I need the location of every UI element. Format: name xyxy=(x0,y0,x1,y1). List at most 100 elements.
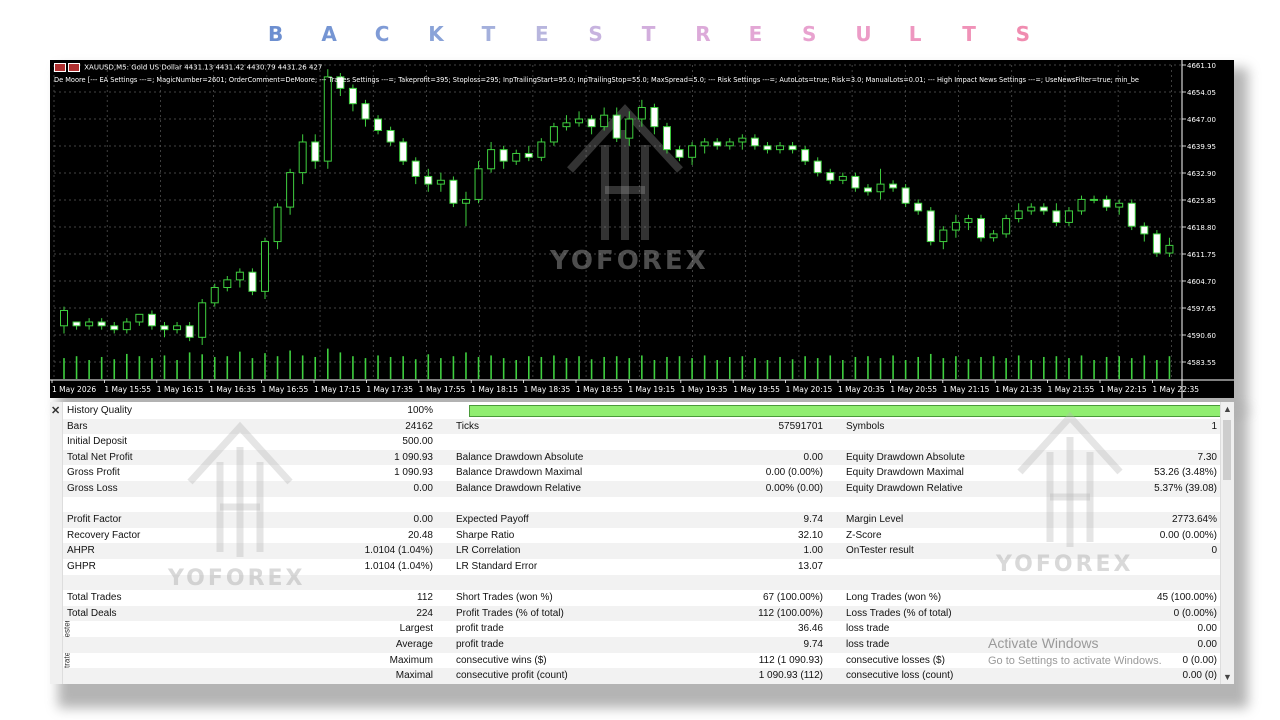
candle-bear xyxy=(826,172,835,181)
candle-bull xyxy=(487,149,496,170)
report-r: Margin Level xyxy=(846,514,904,526)
time-label: 1 May 16:35 xyxy=(209,385,256,394)
report-mv: 32.10 xyxy=(797,529,823,541)
candle-bear xyxy=(901,187,910,204)
report-rv: 0.00 xyxy=(1197,623,1217,635)
report-watermark-left: YOFOREX xyxy=(168,566,306,591)
candle-bull xyxy=(461,198,470,204)
report-scrollbar[interactable]: ▲ ▼ xyxy=(1220,402,1234,684)
price-label: 4625.85 xyxy=(1187,197,1216,205)
candle-bear xyxy=(650,107,659,128)
ea-parameters: De Moore [--- EA Settings ---=; MagicNum… xyxy=(54,76,1139,84)
candle-bull xyxy=(625,118,634,139)
report-lv: Maximum xyxy=(389,654,433,666)
candle-bear xyxy=(110,325,119,331)
candle-bear xyxy=(449,179,458,204)
report-row: Maximal consecutive profit (count) 1 090.9… xyxy=(63,668,1221,684)
price-chart[interactable]: 4661.10 4654.05 4647.00 4639.95 4632.90 4625.… xyxy=(50,60,1234,398)
scroll-up-icon[interactable]: ▲ xyxy=(1223,404,1232,414)
candle-bull xyxy=(1090,198,1099,201)
time-label: 1 May 22:15 xyxy=(1100,385,1147,394)
report-r: Loss Trades (% of total) xyxy=(846,607,952,619)
candle-bull xyxy=(964,218,973,223)
report-m: Expected Payoff xyxy=(456,514,529,526)
report-m: LR Correlation xyxy=(456,545,521,557)
report-mv: 9.74 xyxy=(803,514,823,526)
candle-bull xyxy=(436,179,445,185)
candle-bear xyxy=(1052,210,1061,223)
candle-bull xyxy=(688,145,697,158)
candle-bear xyxy=(801,149,810,162)
candle-bull xyxy=(298,141,307,174)
report-r: Z-Score xyxy=(846,529,882,541)
title-letter: T xyxy=(962,22,976,46)
tester-report: ✕ Strategy Tester History Quality100%Bar… xyxy=(50,402,1234,684)
report-r: Equity Drawdown Absolute xyxy=(846,451,965,463)
price-label: 4618.80 xyxy=(1187,224,1216,232)
report-r: consecutive loss (count) xyxy=(846,670,954,682)
time-label: 1 May 17:15 xyxy=(314,385,361,394)
candle-bear xyxy=(977,218,986,239)
candlestick-chart: 4661.10 4654.05 4647.00 4639.95 4632.90 4625.… xyxy=(50,60,1234,398)
candle-bear xyxy=(348,87,357,105)
time-label: 1 May 19:55 xyxy=(733,385,780,394)
time-label: 1 May 16:15 xyxy=(157,385,204,394)
report-l: Total Trades xyxy=(67,592,122,604)
time-label: 1 May 20:15 xyxy=(786,385,833,394)
time-label: 1 May 15:55 xyxy=(104,385,151,394)
candle-bear xyxy=(851,175,860,189)
candle-bear xyxy=(662,126,671,151)
time-label: 1 May 21:55 xyxy=(1048,385,1095,394)
time-label: 1 May 21:15 xyxy=(943,385,990,394)
candle-bear xyxy=(713,141,722,147)
report-lv: Largest xyxy=(399,623,433,635)
time-label: 1 May 19:15 xyxy=(628,385,675,394)
candle-bull xyxy=(323,76,332,162)
price-label: 4661.10 xyxy=(1187,62,1216,70)
title-letter: S xyxy=(802,22,817,46)
report-mv: 67 (100.00%) xyxy=(762,592,823,604)
candle-bull xyxy=(122,321,131,331)
candle-bull xyxy=(235,271,244,281)
report-l: Profit Factor xyxy=(67,514,122,526)
time-label: 1 May 20:55 xyxy=(890,385,937,394)
candle-bear xyxy=(889,183,898,189)
report-m: profit trade xyxy=(456,639,504,650)
title-letter: U xyxy=(855,22,872,46)
candle-bull xyxy=(198,302,207,338)
report-r: OnTester result xyxy=(846,545,914,557)
candle-bear xyxy=(524,152,533,158)
report-r: loss trade xyxy=(846,639,890,650)
title-letter: L xyxy=(908,22,922,46)
candle-bull xyxy=(776,145,785,151)
candle-bear xyxy=(97,321,106,327)
scroll-thumb[interactable] xyxy=(1223,420,1231,480)
report-r: Symbols xyxy=(846,420,885,432)
candle-bull xyxy=(60,309,68,327)
candle-bear xyxy=(424,175,433,185)
title-letter: K xyxy=(428,22,444,46)
report-l: AHPR xyxy=(67,545,95,557)
title-letter: B xyxy=(268,22,284,46)
candle-bear xyxy=(612,114,621,139)
close-icon[interactable]: ✕ xyxy=(51,404,60,417)
title-letter: E xyxy=(748,22,763,46)
report-m: Balance Drawdown Relative xyxy=(456,483,582,494)
candle-bear xyxy=(374,118,383,131)
price-label: 4654.05 xyxy=(1187,89,1216,97)
chart-watermark: YOFOREX xyxy=(550,246,709,276)
candle-bear xyxy=(675,149,684,158)
report-lv: 112 xyxy=(417,592,433,604)
report-mv: 1.00 xyxy=(803,545,823,557)
candle-bear xyxy=(499,149,508,162)
time-label: 1 May 21:35 xyxy=(995,385,1042,394)
candle-bear xyxy=(72,321,81,327)
price-label: 4639.95 xyxy=(1187,143,1216,151)
flag-icon xyxy=(54,63,66,72)
report-mv: 112 (1 090.93) xyxy=(758,654,823,666)
report-lv: Average xyxy=(395,639,433,650)
price-label: 4583.55 xyxy=(1187,359,1216,367)
scroll-down-icon[interactable]: ▼ xyxy=(1223,672,1232,682)
report-r: Long Trades (won %) xyxy=(846,592,942,604)
candle-bear xyxy=(1102,198,1111,208)
